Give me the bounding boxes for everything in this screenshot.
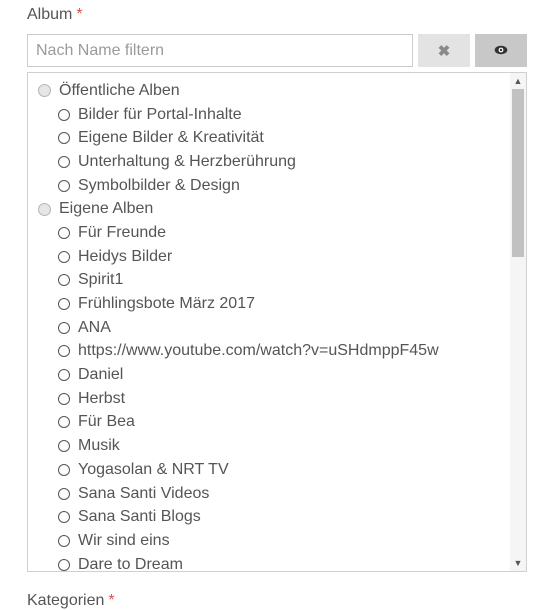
album-option[interactable]: Symbolbilder & Design: [28, 174, 508, 198]
album-option-label: Spirit1: [78, 271, 124, 289]
album-option-label: Frühlingsbote März 2017: [78, 295, 255, 313]
album-option-label: Dare to Dream: [78, 555, 183, 572]
radio-button[interactable]: [58, 345, 70, 358]
album-option[interactable]: Unterhaltung & Herzberührung: [28, 150, 508, 174]
album-option[interactable]: https://www.youtube.com/watch?v=uSHdmppF…: [28, 340, 508, 364]
scroll-thumb[interactable]: [512, 89, 524, 257]
album-option[interactable]: Für Bea: [28, 411, 508, 435]
album-option-label: Für Bea: [78, 413, 135, 431]
album-listbox[interactable]: Öffentliche Alben Bilder für Portal-Inhal…: [27, 72, 527, 572]
scroll-down-arrow-icon[interactable]: ▼: [510, 555, 526, 571]
radio-button[interactable]: [58, 179, 70, 192]
radio-button[interactable]: [58, 132, 70, 145]
radio-button[interactable]: [58, 274, 70, 287]
radio-button[interactable]: [58, 511, 70, 524]
album-option[interactable]: Eigene Bilder & Kreativität: [28, 126, 508, 150]
album-group-option[interactable]: Öffentliche Alben: [28, 79, 508, 103]
radio-button[interactable]: [58, 392, 70, 405]
album-option-label: Yogasolan & NRT TV: [78, 460, 229, 478]
radio-button[interactable]: [58, 463, 70, 476]
radio-button[interactable]: [58, 534, 70, 547]
scroll-up-arrow-icon[interactable]: ▲: [510, 73, 526, 89]
radio-button[interactable]: [58, 250, 70, 263]
close-icon: ✖: [437, 42, 451, 60]
album-option-label: Wir sind eins: [78, 531, 170, 549]
listbox-scrollbar[interactable]: ▲ ▼: [510, 73, 526, 571]
album-option-label: Symbolbilder & Design: [78, 176, 240, 194]
album-option-label: Eigene Bilder & Kreativität: [78, 129, 264, 147]
album-label: Album *: [27, 6, 83, 24]
album-option-label: Eigene Alben: [59, 200, 154, 218]
album-list: Öffentliche Alben Bilder für Portal-Inhal…: [28, 79, 508, 572]
radio-button[interactable]: [58, 155, 70, 168]
album-option[interactable]: Daniel: [28, 363, 508, 387]
album-option[interactable]: Dare to Dream: [28, 553, 508, 572]
album-option-label: Musik: [78, 437, 120, 455]
radio-button[interactable]: [58, 108, 70, 121]
categories-label-text: Kategorien: [27, 592, 105, 609]
radio-button[interactable]: [58, 487, 70, 500]
album-option[interactable]: Sana Santi Videos: [28, 482, 508, 506]
album-option[interactable]: Herbst: [28, 387, 508, 411]
required-marker: *: [76, 6, 83, 23]
album-option-label: https://www.youtube.com/watch?v=uSHdmppF…: [78, 342, 439, 360]
radio-button[interactable]: [58, 416, 70, 429]
radio-button[interactable]: [58, 440, 70, 453]
album-option[interactable]: Heidys Bilder: [28, 245, 508, 269]
radio-button[interactable]: [58, 298, 70, 311]
album-filter-input[interactable]: [27, 34, 413, 67]
album-option[interactable]: Für Freunde: [28, 221, 508, 245]
album-option-label: Heidys Bilder: [78, 247, 173, 265]
album-option-label: Daniel: [78, 366, 124, 384]
album-option[interactable]: ANA: [28, 316, 508, 340]
clear-filter-button[interactable]: ✖: [418, 34, 470, 67]
album-label-text: Album: [27, 6, 73, 23]
album-option-label: Sana Santi Videos: [78, 484, 210, 502]
required-marker: *: [108, 592, 115, 609]
categories-label: Kategorien *: [27, 592, 115, 610]
album-option[interactable]: Spirit1: [28, 269, 508, 293]
album-option[interactable]: Musik: [28, 434, 508, 458]
radio-button[interactable]: [58, 558, 70, 571]
radio-button[interactable]: [58, 226, 70, 239]
album-option[interactable]: Sana Santi Blogs: [28, 505, 508, 529]
album-option[interactable]: Wir sind eins: [28, 529, 508, 553]
eye-icon: [494, 43, 508, 58]
album-option-label: Für Freunde: [78, 223, 167, 241]
album-option-label: Unterhaltung & Herzberührung: [78, 152, 296, 170]
radio-button[interactable]: [58, 321, 70, 334]
radio-button[interactable]: [38, 202, 51, 216]
album-option[interactable]: Bilder für Portal-Inhalte: [28, 103, 508, 127]
radio-button[interactable]: [38, 84, 51, 98]
album-option-label: Öffentliche Alben: [59, 81, 180, 99]
album-group-option[interactable]: Eigene Alben: [28, 197, 508, 221]
album-option[interactable]: Yogasolan & NRT TV: [28, 458, 508, 482]
album-option-label: Herbst: [78, 389, 126, 407]
album-option[interactable]: Frühlingsbote März 2017: [28, 292, 508, 316]
album-option-label: Bilder für Portal-Inhalte: [78, 105, 242, 123]
preview-button[interactable]: [475, 34, 527, 67]
album-option-label: ANA: [78, 318, 111, 336]
album-option-label: Sana Santi Blogs: [78, 508, 201, 526]
radio-button[interactable]: [58, 369, 70, 382]
